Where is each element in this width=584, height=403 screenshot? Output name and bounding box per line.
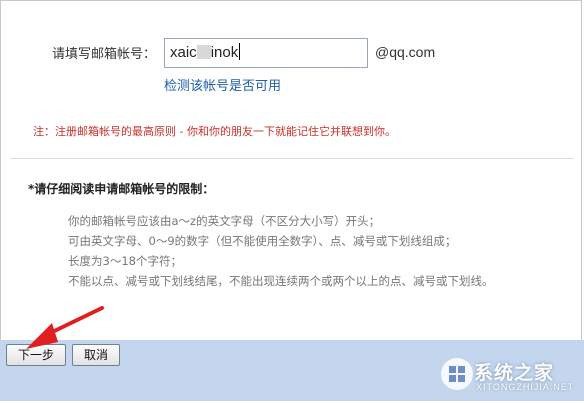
red-arrow-annotation [26,306,104,349]
watermark-subtext: XITONGZHIJIA.NET [476,382,575,392]
site-watermark: 系统之家 XITONGZHIJIA.NET [440,352,580,396]
windows-logo-icon [441,358,473,390]
watermark-text: 系统之家 [474,362,555,384]
